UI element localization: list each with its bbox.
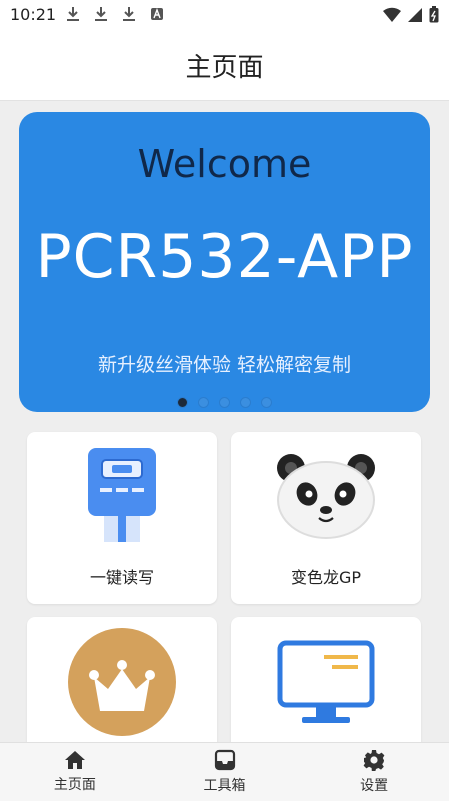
status-bar: 10:21 [0, 0, 449, 30]
tile-crown[interactable] [27, 617, 217, 757]
download-icon [95, 7, 107, 21]
battery-icon [429, 6, 439, 23]
tile-label: 变色龙GP [290, 568, 362, 587]
toolbox-icon [214, 749, 235, 771]
nav-item-toolbox[interactable]: 工具箱 [150, 743, 300, 801]
promo-banner[interactable]: Welcome PCR532-APP 新升级丝滑体验 轻松解密复制 [19, 112, 430, 412]
banner-welcome: Welcome [137, 142, 312, 186]
carousel-dot[interactable] [261, 397, 272, 408]
signal-icon [408, 7, 422, 22]
carousel-dot[interactable] [177, 397, 188, 408]
status-time: 10:21 [10, 5, 57, 24]
carousel-indicator [19, 397, 430, 408]
app-bar: 主页面 [0, 30, 449, 101]
tile-label: 一键读写 [89, 568, 154, 587]
notification-app-icon [151, 8, 163, 20]
nav-label: 主页面 [53, 777, 96, 793]
crown-icon [68, 628, 176, 736]
tile-chameleon-gp[interactable]: 变色龙GP [231, 432, 421, 604]
nav-label: 设置 [360, 778, 389, 794]
download-icon [67, 7, 79, 21]
bottom-nav: 主页面 工具箱 设置 [0, 742, 449, 801]
monitor-icon [277, 640, 375, 723]
download-icon [123, 7, 135, 21]
wifi-icon [383, 7, 401, 22]
banner-app-name: PCR532-APP [35, 222, 414, 292]
nav-item-settings[interactable]: 设置 [299, 743, 449, 801]
carousel-dot[interactable] [198, 397, 209, 408]
panda-icon [277, 454, 375, 539]
card-reader-icon [88, 448, 156, 542]
banner-subtitle: 新升级丝滑体验 轻松解密复制 [97, 354, 352, 376]
home-icon [64, 751, 85, 769]
carousel-dot[interactable] [219, 397, 230, 408]
tile-one-click-rw[interactable]: 一键读写 [27, 432, 217, 604]
nav-item-home[interactable]: 主页面 [0, 743, 150, 801]
tile-monitor[interactable] [231, 617, 421, 757]
gear-icon [363, 750, 385, 771]
carousel-dot[interactable] [240, 397, 251, 408]
page-title: 主页面 [185, 52, 264, 83]
nav-label: 工具箱 [203, 778, 246, 794]
